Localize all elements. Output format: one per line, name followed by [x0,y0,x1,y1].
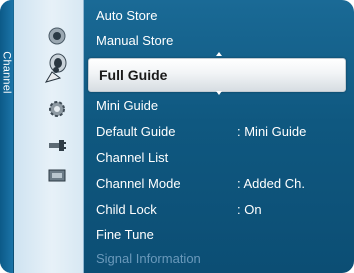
menu-item-child-lock[interactable]: Child Lock : On [96,199,346,221]
menu-item-label: Fine Tune [96,227,154,242]
menu-item-label: Channel Mode [96,176,181,191]
application-icon[interactable] [46,165,68,187]
menu-item-label: Child Lock [96,202,157,217]
menu-list-lower: Mini Guide Default Guide : Mini Guide Ch… [84,0,354,273]
channel-menu-panel: Channel Auto Store Manual Store Full Gui… [0,0,354,273]
input-icon[interactable] [46,134,68,156]
menu-item-channel-list[interactable]: Channel List [96,147,346,169]
category-icon-column [14,0,84,273]
channel-icon[interactable] [42,64,64,86]
channel-category-tab[interactable]: Channel [0,0,13,273]
menu-item-mini-guide[interactable]: Mini Guide [96,95,346,117]
menu-item-label: Channel List [96,150,169,165]
setup-icon[interactable] [46,98,68,120]
menu-item-label: Mini Guide [96,98,159,113]
menu-item-channel-mode[interactable]: Channel Mode : Added Ch. [96,173,346,195]
menu-item-label: Default Guide [96,124,176,139]
menu-item-label: Signal Information [96,251,201,266]
menu-item-signal-information: Signal Information [96,248,346,270]
menu-item-value: : On [237,202,262,217]
menu-item-fine-tune[interactable]: Fine Tune [96,224,346,246]
channel-tab-label: Channel [0,51,13,94]
picture-icon[interactable] [46,25,68,47]
menu-item-value: : Added Ch. [237,176,305,191]
menu-item-default-guide[interactable]: Default Guide : Mini Guide [96,121,346,143]
menu-item-value: : Mini Guide [237,124,307,139]
